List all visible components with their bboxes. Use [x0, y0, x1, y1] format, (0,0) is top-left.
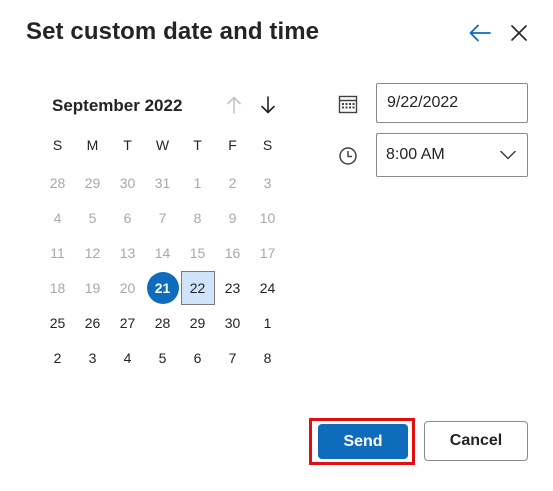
calendar-day[interactable]: 7 [215, 340, 250, 375]
calendar-day[interactable]: 30 [215, 305, 250, 340]
calendar-day[interactable]: 10 [250, 200, 285, 235]
calendar-month-label: September 2022 [52, 96, 183, 115]
close-icon [511, 25, 527, 41]
calendar-day[interactable]: 29 [180, 305, 215, 340]
calendar-day[interactable]: 2 [40, 340, 75, 375]
calendar-grid: 28 29 30 31 1 2 3 4 5 6 7 8 9 10 11 12 1… [40, 165, 285, 375]
calendar-icon [337, 93, 359, 115]
weekday-label: W [155, 137, 170, 153]
calendar-day[interactable]: 11 [40, 235, 75, 270]
calendar-day[interactable]: 19 [75, 270, 110, 305]
calendar-day[interactable]: 26 [75, 305, 110, 340]
calendar-day[interactable]: 2 [215, 165, 250, 200]
weekday-label: F [228, 137, 237, 153]
calendar-day[interactable]: 31 [145, 165, 180, 200]
calendar-day[interactable]: 23 [215, 270, 250, 305]
calendar-day[interactable]: 27 [110, 305, 145, 340]
calendar-day[interactable]: 28 [145, 305, 180, 340]
calendar-day[interactable]: 8 [180, 200, 215, 235]
calendar-day[interactable]: 20 [110, 270, 145, 305]
arrow-down-icon [261, 96, 275, 114]
send-button[interactable]: Send [318, 424, 408, 459]
calendar-day[interactable]: 18 [40, 270, 75, 305]
calendar-day[interactable]: 9 [215, 200, 250, 235]
time-dropdown[interactable]: 8:00 AM [376, 133, 528, 177]
calendar-day[interactable]: 7 [145, 200, 180, 235]
calendar-day[interactable]: 16 [215, 235, 250, 270]
calendar-day[interactable]: 25 [40, 305, 75, 340]
weekday-label: T [123, 137, 132, 153]
cancel-button[interactable]: Cancel [424, 421, 528, 461]
back-button[interactable] [467, 20, 493, 46]
weekday-label: S [262, 137, 273, 153]
next-month-button[interactable] [257, 93, 279, 117]
calendar-day[interactable]: 17 [250, 235, 285, 270]
calendar-day-today[interactable]: 21 [145, 270, 180, 305]
calendar-day[interactable]: 30 [110, 165, 145, 200]
calendar-day[interactable]: 12 [75, 235, 110, 270]
calendar-day[interactable]: 1 [180, 165, 215, 200]
calendar-day[interactable]: 15 [180, 235, 215, 270]
calendar-day[interactable]: 28 [40, 165, 75, 200]
calendar-day[interactable]: 3 [75, 340, 110, 375]
calendar-day[interactable]: 8 [250, 340, 285, 375]
calendar-day[interactable]: 3 [250, 165, 285, 200]
arrow-left-icon [469, 24, 491, 42]
arrow-up-icon [227, 96, 241, 114]
chevron-down-icon [500, 148, 516, 162]
time-value: 8:00 AM [386, 146, 445, 163]
calendar-day[interactable]: 14 [145, 235, 180, 270]
weekday-header: S M T W T F S [40, 137, 285, 157]
calendar-day-selected[interactable]: 22 [180, 270, 215, 305]
calendar-day[interactable]: 5 [75, 200, 110, 235]
weekday-label: T [193, 137, 202, 153]
calendar-day[interactable]: 24 [250, 270, 285, 305]
calendar-day[interactable]: 6 [110, 200, 145, 235]
calendar-day[interactable]: 29 [75, 165, 110, 200]
calendar-day[interactable]: 13 [110, 235, 145, 270]
calendar-day[interactable]: 6 [180, 340, 215, 375]
weekday-label: M [86, 137, 99, 153]
calendar-day[interactable]: 4 [40, 200, 75, 235]
previous-month-button[interactable] [223, 93, 245, 117]
calendar-day[interactable]: 5 [145, 340, 180, 375]
dialog-title: Set custom date and time [26, 18, 320, 45]
close-button[interactable] [506, 20, 532, 46]
clock-icon [337, 145, 359, 167]
date-input[interactable] [376, 83, 528, 123]
weekday-label: S [52, 137, 63, 153]
calendar-day[interactable]: 4 [110, 340, 145, 375]
calendar-day[interactable]: 1 [250, 305, 285, 340]
